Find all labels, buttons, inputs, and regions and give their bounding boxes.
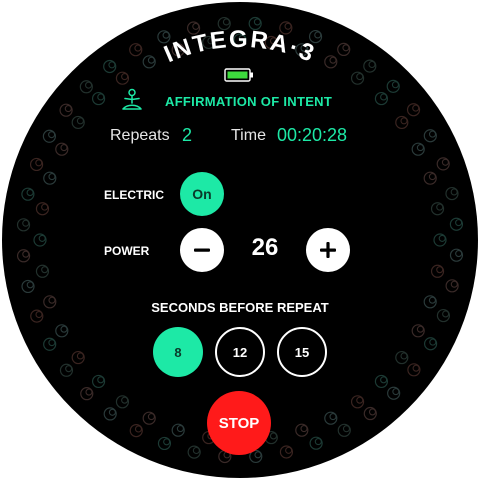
electric-toggle-button[interactable]: On bbox=[180, 172, 224, 216]
svg-text:INTEGRA·3: INTEGRA·3 bbox=[160, 26, 319, 68]
time-label: Time bbox=[231, 127, 266, 144]
seconds-option-8-button[interactable]: 8 bbox=[153, 327, 203, 377]
power-label: POWER bbox=[104, 244, 150, 258]
power-decrease-button[interactable] bbox=[180, 228, 224, 272]
session-stats: Repeats 2 Time 00:20:28 bbox=[2, 123, 478, 149]
repeats-label: Repeats bbox=[110, 127, 170, 144]
minus-icon bbox=[194, 248, 210, 252]
power-increase-button[interactable] bbox=[306, 228, 350, 272]
watch-face: INTEGRA·3 AFFIRMATION OF INTENT Repeats … bbox=[2, 2, 478, 478]
program-name: AFFIRMATION OF INTENT bbox=[165, 93, 333, 109]
stop-button[interactable]: STOP bbox=[207, 391, 271, 455]
plus-icon bbox=[320, 242, 336, 258]
device-title-text: INTEGRA·3 bbox=[160, 26, 317, 68]
seconds-option-15-button[interactable]: 15 bbox=[277, 327, 327, 377]
seconds-option-12-button[interactable]: 12 bbox=[215, 327, 265, 377]
meditation-icon bbox=[122, 88, 142, 110]
program-header: AFFIRMATION OF INTENT bbox=[119, 88, 332, 114]
electric-toggle-label: On bbox=[192, 186, 212, 202]
seconds-option-label: 8 bbox=[174, 344, 182, 360]
seconds-before-repeat-title: SECONDS BEFORE REPEAT bbox=[151, 300, 329, 315]
power-value: 26 bbox=[251, 234, 279, 261]
seconds-option-label: 12 bbox=[232, 344, 248, 360]
electric-label: ELECTRIC bbox=[104, 188, 164, 202]
time-value: 00:20:28 bbox=[277, 125, 348, 145]
seconds-option-label: 15 bbox=[294, 344, 310, 360]
battery-icon bbox=[224, 68, 253, 82]
repeats-value: 2 bbox=[182, 125, 193, 145]
stop-label: STOP bbox=[218, 414, 260, 432]
